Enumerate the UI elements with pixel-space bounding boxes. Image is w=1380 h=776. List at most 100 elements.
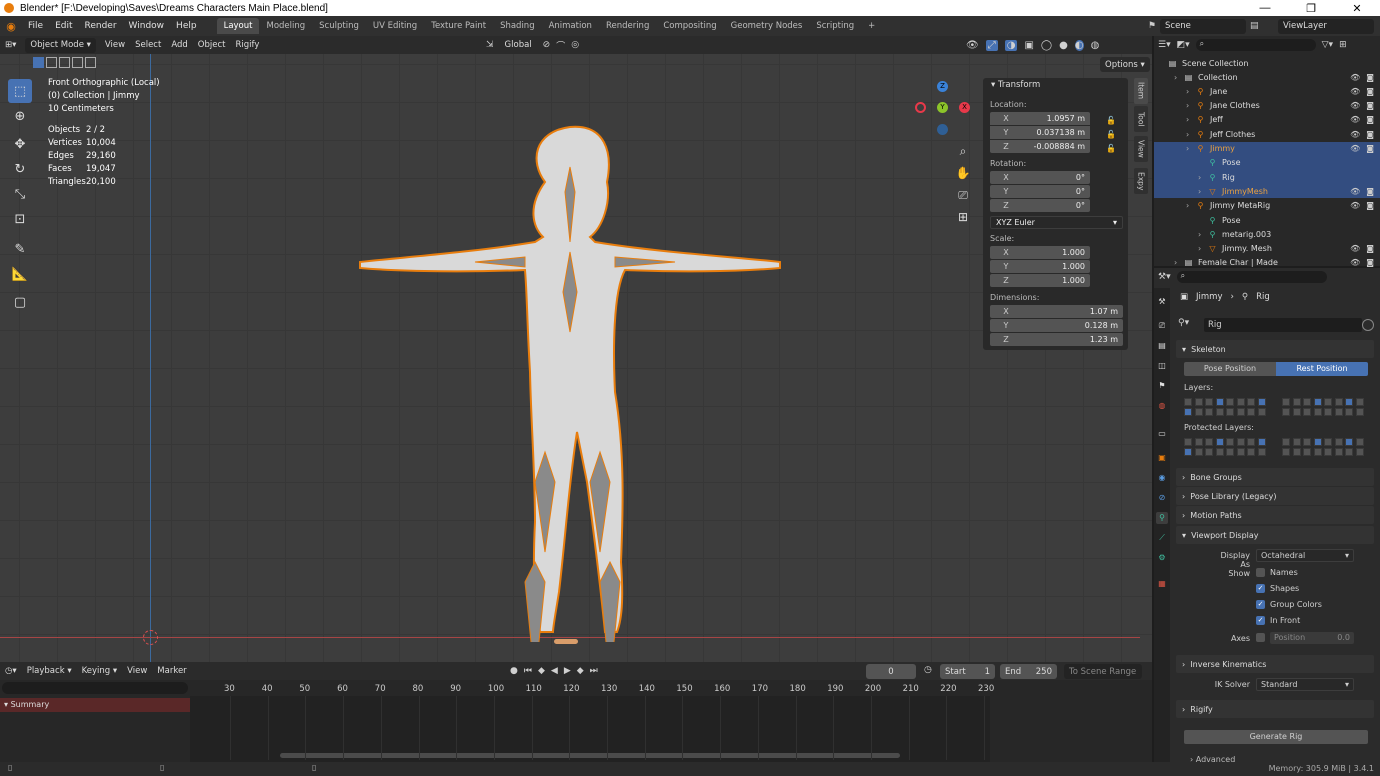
menu-timeline-view[interactable]: View: [122, 664, 152, 678]
layer-toggle[interactable]: [1184, 398, 1192, 406]
view-layer-selector[interactable]: ViewLayer: [1278, 18, 1374, 34]
render-camera-icon[interactable]: ◙: [1366, 73, 1374, 82]
expand-arrow-icon[interactable]: ›: [1186, 115, 1196, 124]
menu-playback[interactable]: Playback ▾: [22, 664, 77, 678]
snap-icon[interactable]: ⌒: [556, 39, 565, 52]
expand-arrow-icon[interactable]: ›: [1186, 101, 1196, 110]
layer-toggle[interactable]: [1292, 408, 1301, 416]
move-tool[interactable]: ✥: [8, 132, 32, 156]
layer-toggle[interactable]: [1303, 398, 1311, 406]
physics-tab-icon[interactable]: ◉: [1156, 472, 1168, 484]
layer-toggle[interactable]: [1334, 448, 1343, 456]
outliner-row[interactable]: › ⚲ Rig: [1154, 170, 1380, 185]
location-y-field[interactable]: Y 0.037138 m: [990, 126, 1090, 139]
output-tab-icon[interactable]: ▤: [1156, 340, 1168, 352]
scale-tool[interactable]: ⤡: [8, 182, 32, 206]
outliner-row[interactable]: ⚲ Pose: [1154, 213, 1380, 227]
new-collection-icon[interactable]: ⊞: [1339, 40, 1347, 50]
timeline-editor-icon[interactable]: ◷▾: [0, 664, 22, 678]
gizmo-y-axis[interactable]: Y: [937, 102, 948, 113]
proportional-edit-icon[interactable]: ◎: [571, 40, 579, 50]
tab-animation[interactable]: Animation: [542, 18, 599, 34]
rotation-y-field[interactable]: Y 0°: [990, 185, 1090, 198]
visibility-eye-icon[interactable]: 👁: [1350, 258, 1360, 267]
inverse-kinematics-panel-header[interactable]: › Inverse Kinematics: [1176, 655, 1374, 673]
skeleton-panel-header[interactable]: ▾ Skeleton: [1176, 340, 1374, 358]
motion-paths-panel-header[interactable]: › Motion Paths: [1176, 506, 1374, 524]
visibility-eye-icon[interactable]: 👁: [1350, 144, 1360, 153]
mode-selector[interactable]: Object Mode ▾: [25, 37, 96, 53]
expand-arrow-icon[interactable]: ›: [1174, 258, 1184, 267]
scale-x-field[interactable]: X 1.000: [990, 246, 1090, 259]
layer-toggle[interactable]: [1205, 438, 1213, 446]
tab-sculpting[interactable]: Sculpting: [312, 18, 366, 34]
character-model[interactable]: [355, 122, 785, 642]
layer-toggle[interactable]: [1313, 408, 1322, 416]
layer-toggle[interactable]: [1215, 398, 1224, 406]
add-cube-tool[interactable]: ▢: [8, 290, 32, 314]
layer-toggle[interactable]: [1292, 398, 1301, 406]
overlay-toggle-icon[interactable]: ◑: [1004, 39, 1018, 51]
outliner-row[interactable]: › ⚲ Jeff Clothes 👁 ◙: [1154, 127, 1380, 141]
render-camera-icon[interactable]: ◙: [1366, 201, 1374, 210]
layer-toggle[interactable]: [1247, 438, 1255, 446]
shapes-checkbox[interactable]: ✓ Shapes: [1256, 584, 1299, 593]
material-shading-icon[interactable]: ◐: [1074, 39, 1084, 51]
layer-toggle[interactable]: [1334, 398, 1343, 406]
tab-geometry-nodes[interactable]: Geometry Nodes: [724, 18, 810, 34]
render-camera-icon[interactable]: ◙: [1366, 115, 1374, 124]
lock-icon[interactable]: 🔓: [1106, 128, 1120, 142]
rotation-x-field[interactable]: X 0°: [990, 171, 1090, 184]
wireframe-shading-icon[interactable]: ◯: [1041, 40, 1052, 51]
layers-grid[interactable]: [1184, 398, 1370, 418]
layer-toggle[interactable]: [1355, 398, 1364, 406]
outliner-row[interactable]: › ▤ Collection 👁 ◙: [1154, 70, 1380, 84]
axes-position-field[interactable]: Position 0.0: [1270, 632, 1354, 644]
layer-toggle[interactable]: [1303, 408, 1311, 416]
scene-tab-icon[interactable]: ⚑: [1156, 380, 1168, 392]
transform-tool[interactable]: ⊡: [8, 207, 32, 231]
layer-toggle[interactable]: [1236, 408, 1245, 416]
render-camera-icon[interactable]: ◙: [1366, 244, 1374, 253]
layer-toggle[interactable]: [1292, 448, 1301, 456]
tab-layout[interactable]: Layout: [216, 18, 260, 34]
rest-position-button[interactable]: Rest Position: [1276, 362, 1368, 376]
visibility-eye-icon[interactable]: 👁: [1350, 244, 1360, 253]
scene-selector[interactable]: Scene: [1160, 18, 1246, 34]
tab-uv-editing[interactable]: UV Editing: [366, 18, 424, 34]
outliner-row[interactable]: › ▽ Jimmy. Mesh 👁 ◙: [1154, 242, 1380, 256]
scene-range-toggle[interactable]: To Scene Range: [1064, 664, 1142, 679]
outliner-row[interactable]: › ⚲ metarig.003: [1154, 227, 1380, 241]
layer-toggle[interactable]: [1184, 408, 1192, 416]
lock-icon[interactable]: 🔓: [1106, 142, 1120, 156]
end-frame-field[interactable]: End 250: [1000, 664, 1057, 679]
render-tab-icon[interactable]: ⎚: [1156, 320, 1168, 332]
ik-solver-dropdown[interactable]: Standard ▾: [1256, 678, 1354, 691]
gizmo-neg-x-axis[interactable]: [915, 102, 926, 113]
tab-rendering[interactable]: Rendering: [599, 18, 656, 34]
timeline-scrollbar[interactable]: [280, 753, 900, 758]
pan-hand-icon[interactable]: ✋: [955, 162, 971, 184]
menu-view[interactable]: View: [100, 38, 130, 52]
outliner-row[interactable]: ⚲ Pose: [1154, 155, 1380, 170]
outliner-row[interactable]: › ▽ JimmyMesh 👁 ◙: [1154, 184, 1380, 199]
gizmo-x-axis[interactable]: X: [959, 102, 970, 113]
layer-toggle[interactable]: [1324, 438, 1332, 446]
layer-toggle[interactable]: [1247, 448, 1255, 456]
layer-toggle[interactable]: [1247, 398, 1255, 406]
solid-shading-icon[interactable]: ●: [1059, 40, 1068, 51]
tab-tool[interactable]: Tool: [1134, 106, 1148, 132]
outliner-search-input[interactable]: ⌕: [1195, 39, 1316, 51]
scale-y-field[interactable]: Y 1.000: [990, 260, 1090, 273]
measure-tool[interactable]: 📐: [8, 262, 32, 286]
filter-icon[interactable]: ▽▾: [1322, 40, 1333, 50]
3d-viewport[interactable]: ⬚ ⊕ ✥ ↻ ⤡ ⊡ ✎ 📐 ▢ Front Orthographic (Lo…: [0, 54, 1152, 662]
layer-toggle[interactable]: [1194, 448, 1203, 456]
select-new-icon[interactable]: [33, 57, 44, 68]
layer-toggle[interactable]: [1355, 408, 1364, 416]
menu-rigify[interactable]: Rigify: [230, 38, 264, 52]
layer-toggle[interactable]: [1205, 398, 1213, 406]
zoom-icon[interactable]: ⌕: [955, 140, 971, 162]
expand-arrow-icon[interactable]: ›: [1186, 87, 1196, 96]
menu-object[interactable]: Object: [193, 38, 231, 52]
